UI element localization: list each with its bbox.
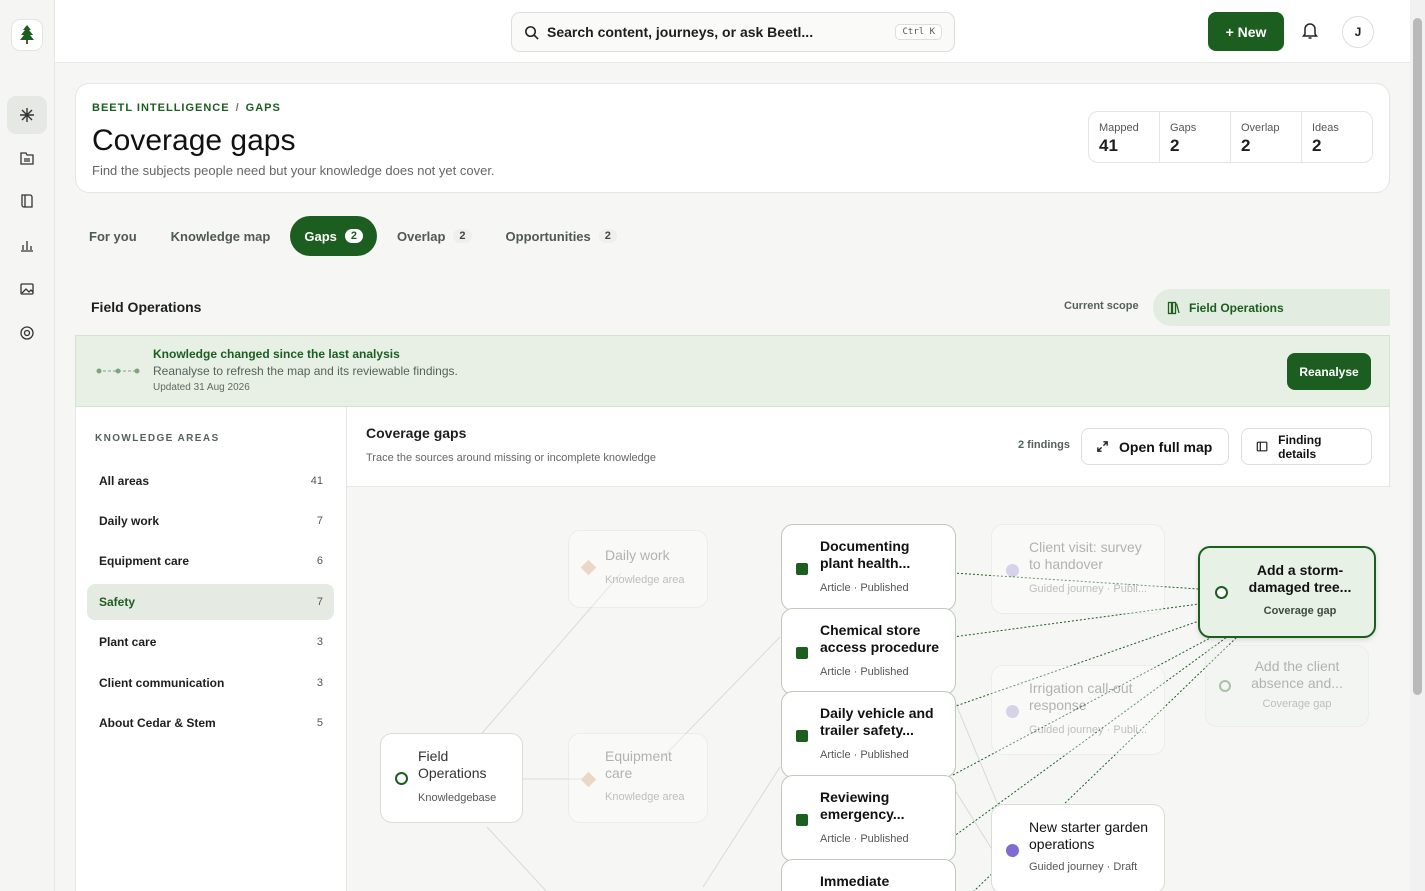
- search-input[interactable]: Search content, journeys, or ask Beetl..…: [511, 12, 955, 52]
- scrollbar-thumb[interactable]: [1413, 18, 1422, 695]
- graph-article-immediate[interactable]: Immediate: [781, 859, 956, 891]
- scrollbar[interactable]: [1410, 0, 1425, 891]
- content-folder-icon[interactable]: [7, 139, 47, 177]
- bell-icon[interactable]: [1301, 20, 1321, 42]
- panel-icon: [1256, 441, 1268, 452]
- stat-ideas: Ideas 2: [1312, 122, 1339, 155]
- tree-logo-icon[interactable]: [11, 19, 43, 51]
- open-full-map-button[interactable]: Open full map: [1081, 428, 1229, 465]
- graph-area-equipment-care[interactable]: Equipment care Knowledge area: [568, 733, 708, 823]
- area-item-daily-work[interactable]: Daily work 7: [87, 503, 334, 539]
- header-card: BEETL INTELLIGENCE / GAPS Coverage gaps Fi…: [75, 83, 1390, 193]
- timeline-icon: [96, 368, 140, 374]
- article-square-icon: [796, 647, 808, 659]
- stats-panel: Mapped 41 Gaps 2 Overlap 2 Ideas 2: [1088, 111, 1373, 163]
- media-icon[interactable]: [7, 270, 47, 308]
- search-placeholder: Search content, journeys, or ask Beetl..…: [547, 24, 814, 40]
- journey-dot-icon: [1006, 844, 1019, 857]
- avatar[interactable]: J: [1342, 16, 1374, 48]
- findings-count: 2 findings: [1018, 439, 1070, 451]
- knowledge-areas-panel: KNOWLEDGE AREAS All areas 41 Daily work 7 …: [76, 407, 347, 891]
- stat-mapped: Mapped 41: [1089, 112, 1160, 162]
- main-panel: KNOWLEDGE AREAS All areas 41 Daily work 7 …: [75, 407, 1391, 891]
- graph-gap-storm-damaged[interactable]: Add a storm-damaged tree... Coverage gap: [1198, 546, 1376, 638]
- gap-ring-icon: [1219, 680, 1231, 692]
- book-icon[interactable]: [7, 182, 47, 220]
- stat-gaps: Gaps 2: [1160, 112, 1231, 162]
- article-square-icon: [796, 563, 808, 575]
- content-subtitle: Trace the sources around missing or inco…: [366, 452, 657, 464]
- breadcrumb: BEETL INTELLIGENCE / GAPS: [92, 102, 281, 114]
- graph-gap-client-absence[interactable]: Add the client absence and... Coverage g…: [1205, 645, 1369, 727]
- stat-overlap: Overlap 2: [1231, 112, 1302, 162]
- graph-journey-new-starter[interactable]: New starter garden operations Guided jou…: [991, 804, 1165, 891]
- scope-selector[interactable]: Field Operations: [1153, 289, 1390, 326]
- search-icon: [525, 25, 539, 40]
- expand-icon: [1097, 441, 1108, 452]
- area-item-about[interactable]: About Cedar & Stem 5: [87, 705, 334, 741]
- graph-area-daily-work[interactable]: Daily work Knowledge area: [568, 530, 708, 608]
- tab-badge: 2: [453, 229, 472, 243]
- scope-name: Field Operations: [91, 299, 202, 315]
- intelligence-icon[interactable]: [7, 96, 47, 134]
- area-item-plant-care[interactable]: Plant care 3: [87, 624, 334, 660]
- journey-dot-icon: [1006, 564, 1019, 577]
- breadcrumb-current: GAPS: [245, 102, 281, 114]
- scope-pill-label: Field Operations: [1189, 300, 1284, 315]
- finding-details-button[interactable]: Finding details: [1241, 428, 1372, 465]
- area-item-equipment-care[interactable]: Equipment care 6: [87, 543, 334, 579]
- banner-title: Knowledge changed since the last analysi…: [153, 347, 400, 361]
- tab-badge: 2: [598, 229, 617, 243]
- reanalyse-banner: Knowledge changed since the last analysi…: [75, 335, 1390, 407]
- graph-article-chemical-store[interactable]: Chemical store access procedure Article …: [781, 608, 956, 695]
- banner-subtitle: Reanalyse to refresh the map and its rev…: [153, 364, 458, 378]
- journey-dot-icon: [1006, 705, 1019, 718]
- tab-for-you[interactable]: For you: [75, 216, 151, 256]
- coverage-graph[interactable]: Daily work Knowledge area Equipment care…: [347, 486, 1391, 891]
- page-title: Coverage gaps: [92, 124, 296, 157]
- page-subtitle: Find the subjects people need but your k…: [92, 163, 495, 178]
- banner-updated: Updated 31 Aug 2026: [153, 382, 250, 393]
- area-item-client-communication[interactable]: Client communication 3: [87, 665, 334, 701]
- settings-icon[interactable]: [7, 314, 47, 352]
- area-diamond-icon: [580, 771, 597, 788]
- tab-opportunities[interactable]: Opportunities 2: [492, 216, 631, 256]
- shortcut-hint: Ctrl K: [895, 24, 942, 40]
- content-title: Coverage gaps: [366, 425, 467, 441]
- graph-journey-irrigation[interactable]: Irrigation call-out response Guided jour…: [991, 665, 1165, 755]
- reanalyse-button[interactable]: Reanalyse: [1287, 353, 1371, 390]
- breadcrumb-root[interactable]: BEETL INTELLIGENCE: [92, 102, 230, 114]
- article-square-icon: [796, 730, 808, 742]
- analytics-icon[interactable]: [7, 226, 47, 264]
- nav-rail: [0, 0, 55, 891]
- kb-ring-icon: [395, 772, 408, 785]
- tab-knowledge-map[interactable]: Knowledge map: [157, 216, 285, 256]
- area-item-all[interactable]: All areas 41: [87, 463, 334, 499]
- tab-gaps[interactable]: Gaps 2: [290, 216, 377, 256]
- scope-label: Current scope: [1064, 300, 1139, 312]
- graph-article-documenting[interactable]: Documenting plant health... Article · Pu…: [781, 524, 956, 611]
- coverage-content: Coverage gaps Trace the sources around m…: [347, 407, 1391, 891]
- article-square-icon: [796, 814, 808, 826]
- tab-bar: For you Knowledge map Gaps 2 Overlap 2 Opp…: [75, 216, 637, 256]
- gap-ring-icon: [1215, 586, 1228, 599]
- graph-knowledgebase-node[interactable]: Field Operations Knowledgebase: [380, 733, 523, 823]
- area-diamond-icon: [580, 559, 597, 576]
- books-icon: [1167, 301, 1180, 314]
- areas-heading: KNOWLEDGE AREAS: [95, 433, 220, 444]
- breadcrumb-separator: /: [235, 102, 240, 114]
- new-button[interactable]: + New: [1208, 12, 1284, 51]
- scope-row: Field Operations Current scope Field Ope…: [75, 289, 1390, 326]
- graph-article-vehicle-safety[interactable]: Daily vehicle and trailer safety... Arti…: [781, 691, 956, 778]
- area-item-safety[interactable]: Safety 7: [87, 584, 334, 620]
- graph-journey-client-visit[interactable]: Client visit: survey to handover Guided …: [991, 524, 1165, 614]
- tab-badge: 2: [344, 229, 363, 243]
- top-bar: Search content, journeys, or ask Beetl..…: [55, 0, 1410, 63]
- tab-overlap[interactable]: Overlap 2: [383, 216, 486, 256]
- graph-article-emergency[interactable]: Reviewing emergency... Article · Publish…: [781, 775, 956, 862]
